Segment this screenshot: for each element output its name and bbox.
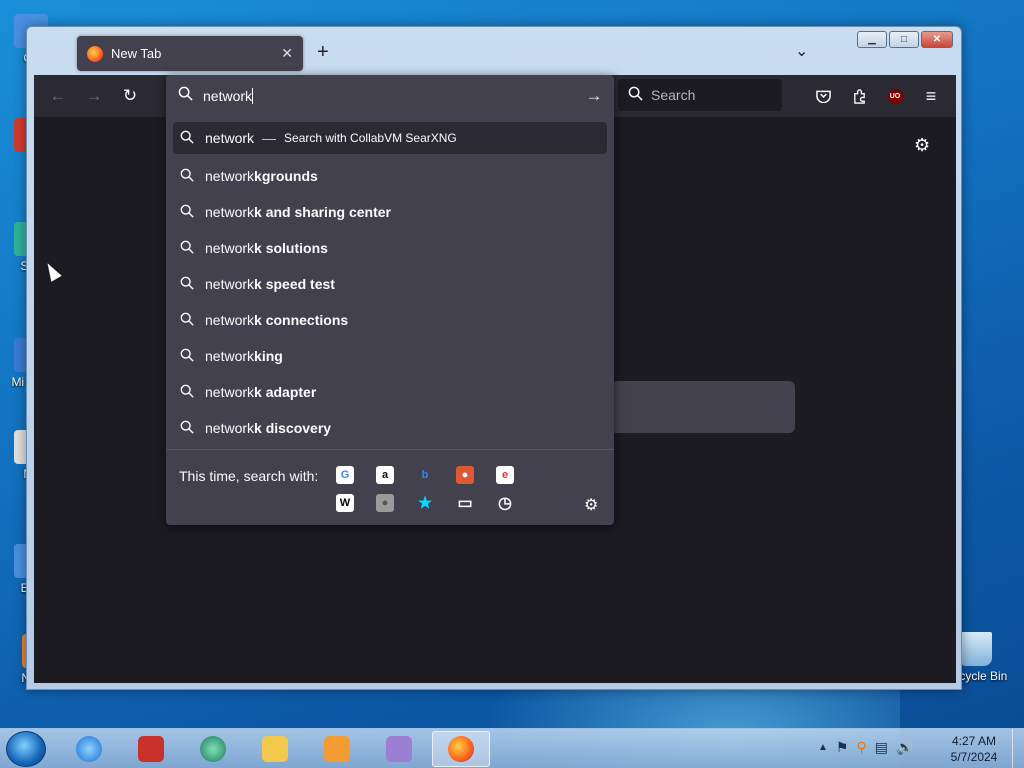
suggestion-item[interactable]: network k speed test xyxy=(173,266,607,302)
tab-title: New Tab xyxy=(111,46,162,61)
show-hidden-icons-button[interactable]: ▲ xyxy=(818,742,828,756)
network-icon[interactable]: ▤ xyxy=(875,739,888,756)
search-icon xyxy=(179,312,195,329)
search-icon xyxy=(178,86,193,106)
search-icon xyxy=(179,240,195,257)
wikipedia-icon[interactable]: W xyxy=(336,494,354,512)
firefox-icon xyxy=(87,45,103,62)
taskbar-internet-explorer[interactable] xyxy=(60,731,118,767)
search-icon xyxy=(628,86,643,104)
search-icon xyxy=(179,348,195,365)
new-tab-button[interactable]: + xyxy=(317,41,329,64)
clock-date: 5/7/2024 xyxy=(950,750,998,764)
close-tab-icon[interactable]: ✕ xyxy=(281,45,293,62)
search-settings-icon[interactable]: ⚙ xyxy=(584,495,598,515)
search-icon xyxy=(179,204,195,221)
search-engine-action: Search with CollabVM SearXNG xyxy=(284,131,457,145)
search-bar-placeholder: Search xyxy=(651,87,696,103)
suggestion-item[interactable]: network k connections xyxy=(173,302,607,338)
searxng-icon[interactable]: ● xyxy=(376,494,394,512)
forward-button[interactable]: → xyxy=(82,84,106,108)
suggestion-item[interactable]: network k discovery xyxy=(173,410,607,446)
folder-icon xyxy=(262,736,288,762)
taskbar-app-purple[interactable] xyxy=(370,731,428,767)
suggestion-list: network — Search with CollabVM SearXNG n… xyxy=(173,122,607,446)
app-icon xyxy=(200,736,226,762)
recycle-bin-icon xyxy=(958,632,992,666)
suggestion-item[interactable]: network k solutions xyxy=(173,230,607,266)
ublock-origin-icon[interactable]: UO xyxy=(885,86,905,106)
url-input[interactable]: network xyxy=(203,88,252,104)
volume-icon[interactable]: 🔊 xyxy=(896,739,913,756)
one-off-label: This time, search with: xyxy=(179,468,319,484)
taskbar: ▲ ⚑ ⚲ ▤ 🔊 4:27 AM 5/7/2024 xyxy=(0,728,1024,768)
ebay-icon[interactable]: e xyxy=(496,466,514,484)
text-caret xyxy=(252,88,254,104)
list-all-tabs-button[interactable]: ⌄ xyxy=(795,41,808,61)
newtab-settings-icon[interactable]: ⚙ xyxy=(914,135,930,156)
taskbar-media-player[interactable] xyxy=(308,731,366,767)
suggestion-search-with-engine[interactable]: network — Search with CollabVM SearXNG xyxy=(173,122,607,154)
menu-icon[interactable]: ≡ xyxy=(921,86,941,106)
suggestion-item[interactable]: network king xyxy=(173,338,607,374)
suggestion-item[interactable]: network k and sharing center xyxy=(173,194,607,230)
google-icon[interactable]: G xyxy=(336,466,354,484)
go-arrow-icon[interactable]: → xyxy=(574,86,614,106)
taskbar-app-red[interactable] xyxy=(122,731,180,767)
taskbar-firefox[interactable] xyxy=(432,731,490,767)
suggestion-item[interactable]: network kgrounds xyxy=(173,158,607,194)
newtab-search-card xyxy=(611,381,795,433)
bing-icon[interactable]: b xyxy=(416,466,434,484)
tab-new-tab[interactable]: New Tab ✕ xyxy=(77,36,303,71)
tab-strip: New Tab ✕ + ⌄ xyxy=(35,27,953,75)
amazon-icon[interactable]: a xyxy=(376,466,394,484)
firefox-icon xyxy=(448,736,474,762)
firefox-window: ▁ □ ✕ New Tab ✕ + ⌄ ← → ↻ Search UO ≡ ⚙ … xyxy=(26,26,962,690)
search-icon xyxy=(179,420,195,437)
show-desktop-button[interactable] xyxy=(1012,729,1024,768)
reload-button[interactable]: ↻ xyxy=(118,84,142,108)
app-icon xyxy=(386,736,412,762)
history-icon[interactable]: ◷ xyxy=(496,494,514,512)
search-bar[interactable]: Search xyxy=(618,79,782,111)
taskbar-app-green[interactable] xyxy=(184,731,242,767)
one-off-search-bar: This time, search with: G a b ● e W ● ★ … xyxy=(166,449,614,525)
clock-time: 4:27 AM xyxy=(951,734,997,748)
urlbar-dropdown: network → network — Search with CollabVM… xyxy=(166,75,614,525)
tabs-icon[interactable]: ▭ xyxy=(456,494,474,512)
extensions-icon[interactable] xyxy=(849,86,869,106)
search-tray-icon[interactable]: ⚲ xyxy=(856,739,866,756)
search-icon xyxy=(179,130,195,147)
suggestion-item[interactable]: network k adapter xyxy=(173,374,607,410)
url-input-row: network → xyxy=(166,75,614,117)
search-icon xyxy=(179,168,195,185)
duckduckgo-icon[interactable]: ● xyxy=(456,466,474,484)
media-player-icon xyxy=(324,736,350,762)
search-icon xyxy=(179,384,195,401)
internet-explorer-icon xyxy=(76,736,102,762)
action-center-flag-icon[interactable]: ⚑ xyxy=(836,739,849,756)
clock[interactable]: 4:27 AM 5/7/2024 xyxy=(944,733,1004,765)
pocket-icon[interactable] xyxy=(813,86,833,106)
start-button[interactable] xyxy=(6,731,46,767)
back-button[interactable]: ← xyxy=(46,84,70,108)
taskbar-file-explorer[interactable] xyxy=(246,731,304,767)
system-tray: ▲ ⚑ ⚲ ▤ 🔊 xyxy=(818,739,913,756)
bookmarks-icon[interactable]: ★ xyxy=(416,494,434,512)
app-icon xyxy=(138,736,164,762)
search-icon xyxy=(179,276,195,293)
browser-content: ← → ↻ Search UO ≡ ⚙ network → network — … xyxy=(34,75,956,683)
